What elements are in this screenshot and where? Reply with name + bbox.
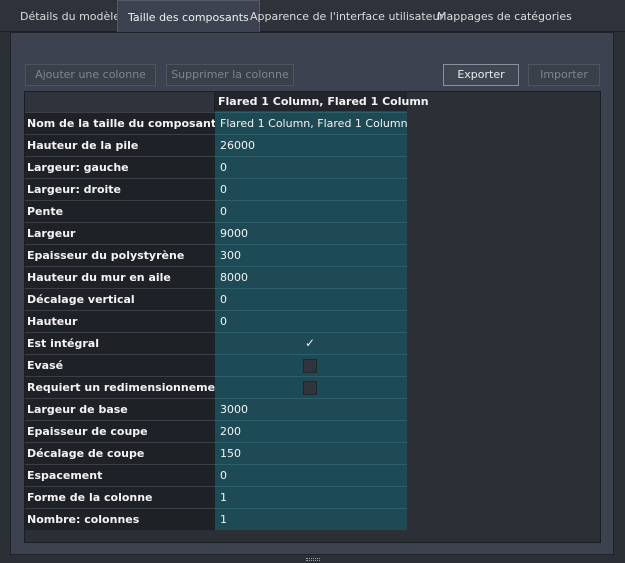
checkbox-cell[interactable] <box>215 376 407 398</box>
column-header[interactable]: Flared 1 Column, Flared 1 Column <box>215 92 429 112</box>
value-cell[interactable]: 0 <box>215 156 407 178</box>
value-cell[interactable]: 26000 <box>215 134 407 156</box>
row-label: Evasé <box>25 354 215 376</box>
value-cell[interactable]: 0 <box>215 464 407 486</box>
row-label: Pente <box>25 200 215 222</box>
table-row: Hauteur du mur en aile 8000 <box>25 266 407 288</box>
component-sizes-panel: Ajouter une colonne Supprimer la colonne… <box>10 32 614 555</box>
value-cell[interactable]: 3000 <box>215 398 407 420</box>
table-row: Largeur: gauche 0 <box>25 156 407 178</box>
remove-column-button[interactable]: Supprimer la colonne <box>166 64 294 86</box>
value-cell[interactable]: 0 <box>215 288 407 310</box>
value-cell[interactable]: 0 <box>215 310 407 332</box>
row-label: Nombre: colonnes <box>25 508 215 530</box>
row-label: Largeur de base <box>25 398 215 420</box>
import-button[interactable]: Importer <box>528 64 600 86</box>
row-label: Requiert un redimensionnement <box>25 376 228 398</box>
row-label: Est intégral <box>25 332 215 354</box>
value-cell[interactable]: 9000 <box>215 222 407 244</box>
tab-category-mappings[interactable]: Mappages de catégories <box>427 0 582 32</box>
checkbox-unchecked[interactable] <box>303 359 317 373</box>
value-cell[interactable]: 0 <box>215 178 407 200</box>
value-cell[interactable]: 300 <box>215 244 407 266</box>
table-row: Requiert un redimensionnement <box>25 376 407 398</box>
table-row: Epaisseur de coupe 200 <box>25 420 407 442</box>
export-button[interactable]: Exporter <box>443 64 519 86</box>
tab-model-details[interactable]: Détails du modèle <box>10 0 130 32</box>
component-size-grid: Flared 1 Column, Flared 1 Column Nom de … <box>24 91 601 543</box>
add-column-button[interactable]: Ajouter une colonne <box>25 64 156 86</box>
table-row: Décalage vertical 0 <box>25 288 407 310</box>
checkbox-unchecked[interactable] <box>303 381 317 395</box>
row-label: Forme de la colonne <box>25 486 215 508</box>
resize-grip[interactable] <box>306 558 320 561</box>
table-row: Forme de la colonne 1 <box>25 486 407 508</box>
value-cell[interactable]: 150 <box>215 442 407 464</box>
checkbox-checked[interactable]: ✓ <box>303 337 317 351</box>
row-label: Hauteur <box>25 310 215 332</box>
value-cell[interactable]: 1 <box>215 508 407 530</box>
row-label: Décalage de coupe <box>25 442 215 464</box>
grid-header-corner <box>25 92 215 112</box>
row-label: Hauteur du mur en aile <box>25 266 215 288</box>
tab-bar: Détails du modèle Taille des composants … <box>0 0 625 33</box>
table-row: Décalage de coupe 150 <box>25 442 407 464</box>
row-label: Espacement <box>25 464 215 486</box>
row-label: Nom de la taille du composant <box>25 112 216 134</box>
checkbox-cell[interactable] <box>215 354 407 376</box>
tab-ui-appearance[interactable]: Apparence de l'interface utilisateur <box>240 0 454 32</box>
table-row: Largeur 9000 <box>25 222 407 244</box>
table-row: Espacement 0 <box>25 464 407 486</box>
row-label: Epaisseur de coupe <box>25 420 215 442</box>
row-label: Largeur: gauche <box>25 156 215 178</box>
checkbox-cell[interactable]: ✓ <box>215 332 407 354</box>
row-label: Epaisseur du polystyrène <box>25 244 215 266</box>
table-row: Hauteur 0 <box>25 310 407 332</box>
value-cell[interactable]: 200 <box>215 420 407 442</box>
table-row: Evasé <box>25 354 407 376</box>
table-row: Pente 0 <box>25 200 407 222</box>
table-row: Est intégral ✓ <box>25 332 407 354</box>
table-row: Nombre: colonnes 1 <box>25 508 407 530</box>
table-row: Hauteur de la pile 26000 <box>25 134 407 156</box>
value-cell[interactable]: Flared 1 Column, Flared 1 Column <box>215 112 408 134</box>
row-label: Hauteur de la pile <box>25 134 215 156</box>
table-row: Epaisseur du polystyrène 300 <box>25 244 407 266</box>
table-row: Largeur: droite 0 <box>25 178 407 200</box>
tab-component-sizes[interactable]: Taille des composants <box>117 0 260 33</box>
table-row: Nom de la taille du composant Flared 1 Co… <box>25 112 408 134</box>
value-cell[interactable]: 0 <box>215 200 407 222</box>
grid-header-row: Flared 1 Column, Flared 1 Column <box>25 92 600 112</box>
row-label: Largeur <box>25 222 215 244</box>
table-row: Largeur de base 3000 <box>25 398 407 420</box>
row-label: Largeur: droite <box>25 178 215 200</box>
value-cell[interactable]: 1 <box>215 486 407 508</box>
row-label: Décalage vertical <box>25 288 215 310</box>
value-cell[interactable]: 8000 <box>215 266 407 288</box>
